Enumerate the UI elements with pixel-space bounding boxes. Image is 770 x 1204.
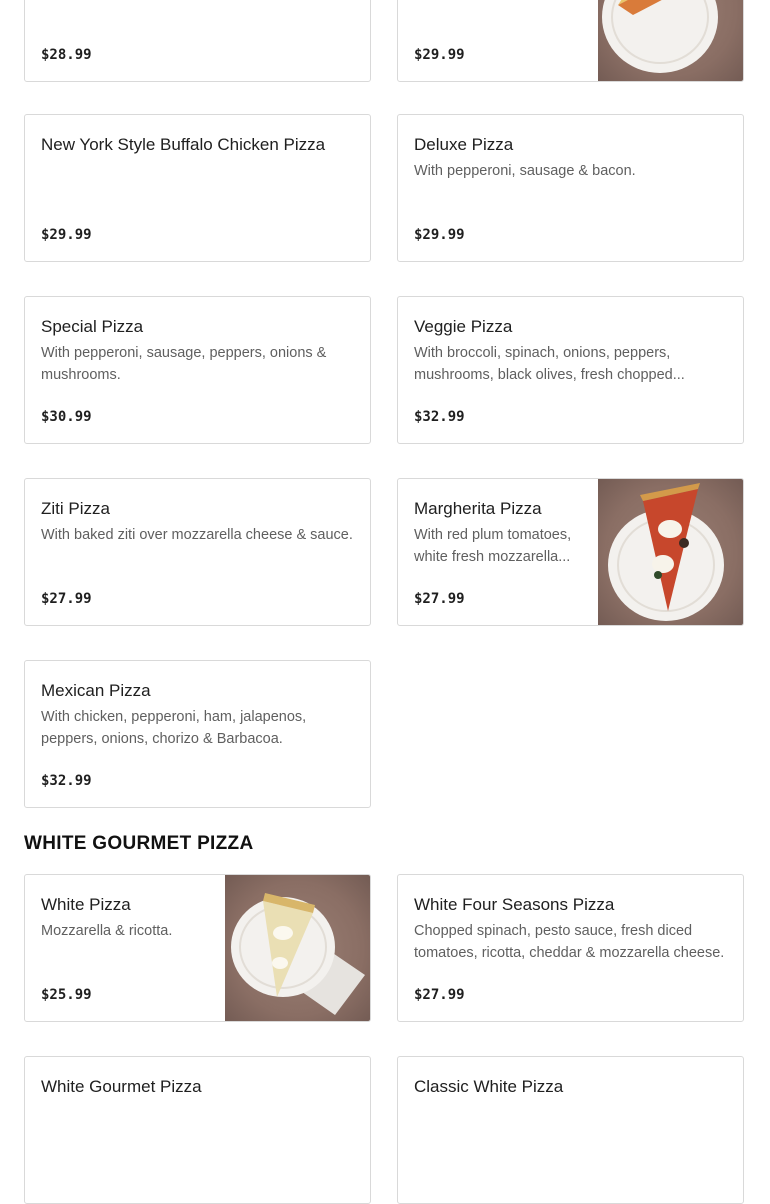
menu-item-card[interactable]: White Four Seasons Pizza Chopped spinach… [397, 874, 744, 1022]
item-price: $27.99 [414, 591, 465, 607]
item-price: $30.99 [41, 409, 92, 425]
item-name: New York Style Buffalo Chicken Pizza [41, 135, 326, 154]
item-name: Classic White Pizza [414, 1077, 564, 1096]
item-price: $29.99 [414, 227, 465, 243]
item-price: $25.99 [41, 987, 92, 1003]
item-name: Deluxe Pizza [414, 135, 514, 154]
item-description: With red plum tomatoes, white fresh mozz… [414, 527, 572, 565]
item-price: $29.99 [41, 227, 92, 243]
section-title: WHITE GOURMET PIZZA [24, 833, 254, 854]
item-price: $32.99 [41, 773, 92, 789]
menu-item-card[interactable]: Veggie Pizza With broccoli, spinach, oni… [397, 296, 744, 444]
item-price: $27.99 [41, 591, 92, 607]
margherita-slice-photo [598, 479, 743, 625]
item-name: White Gourmet Pizza [41, 1077, 202, 1096]
item-name: Ziti Pizza [41, 499, 110, 518]
menu-item-card[interactable]: Ziti Pizza With baked ziti over mozzarel… [24, 478, 371, 626]
item-description: With pepperoni, sausage & bacon. [414, 163, 636, 179]
item-name: Mexican Pizza [41, 681, 151, 700]
menu-item-card[interactable]: Classic White Pizza [397, 1056, 744, 1204]
item-description: With broccoli, spinach, onions, peppers,… [414, 345, 685, 383]
item-price: $32.99 [414, 409, 465, 425]
item-description: Mozzarella & ricotta. [41, 923, 173, 939]
item-description: With baked ziti over mozzarella cheese &… [41, 527, 353, 543]
item-description: With chicken, pepperoni, ham, jalapenos,… [41, 709, 307, 747]
item-name: Veggie Pizza [414, 317, 513, 336]
menu-item-card[interactable]: Special Pizza With pepperoni, sausage, p… [24, 296, 371, 444]
item-name: Margherita Pizza [414, 499, 542, 518]
item-price: $29.99 [414, 47, 465, 63]
menu-item-card[interactable]: New York Style Buffalo Chicken Pizza $29… [24, 114, 371, 262]
menu-item-card[interactable]: $29.99 [397, 0, 744, 82]
menu-item-card[interactable]: Mexican Pizza With chicken, pepperoni, h… [24, 660, 371, 808]
menu-item-card[interactable]: White Gourmet Pizza [24, 1056, 371, 1204]
item-name: White Pizza [41, 895, 131, 914]
item-description: With pepperoni, sausage, peppers, onions… [41, 345, 327, 383]
menu-item-card[interactable]: $28.99 [24, 0, 371, 82]
menu-item-card[interactable]: White Pizza Mozzarella & ricotta. $25.99 [24, 874, 371, 1022]
item-price: $28.99 [41, 47, 92, 63]
item-description: Chopped spinach, pesto sauce, fresh dice… [414, 923, 725, 961]
item-name: Special Pizza [41, 317, 144, 336]
item-price: $27.99 [414, 987, 465, 1003]
menu-item-card[interactable]: Margherita Pizza With red plum tomatoes,… [397, 478, 744, 626]
white-pizza-slice-photo [225, 875, 370, 1021]
menu-item-card[interactable]: Deluxe Pizza With pepperoni, sausage & b… [397, 114, 744, 262]
pizza-slice-photo [598, 0, 743, 81]
item-name: White Four Seasons Pizza [414, 895, 615, 914]
